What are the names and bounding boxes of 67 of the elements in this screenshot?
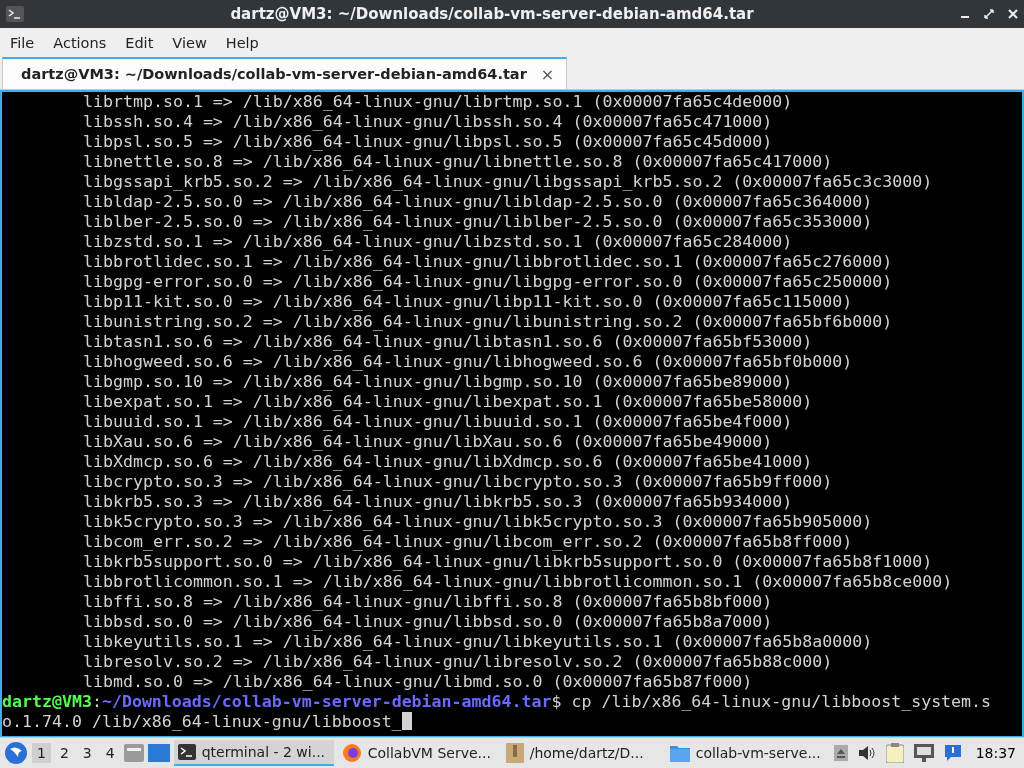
folder-icon (669, 744, 690, 762)
terminal-line: librtmp.so.1 => /lib/x86_64-linux-gnu/librtmp.so.1 (0x00007fa65c4de000) (83, 92, 793, 112)
menu-item[interactable]: Actions (47, 34, 120, 51)
eject-icon[interactable] (833, 745, 848, 761)
restore-icon[interactable] (984, 9, 994, 19)
fox-globe-icon (341, 743, 362, 763)
workspace-button[interactable]: 3 (77, 743, 97, 763)
terminal-line: libtasn1.so.6 => /lib/x86_64-linux-gnu/libtasn1.so.6 (0x00007fa65bf53000) (83, 332, 813, 352)
notification-icon[interactable] (943, 744, 962, 762)
terminal-line: libkrb5.so.3 => /lib/x86_64-linux-gnu/libkrb5.so.3 (0x00007fa65b934000) (83, 492, 793, 512)
window-title: dartz@VM3: ~/Downloads/collab-vm-server-debian-amd64.tar (229, 5, 755, 23)
prompt-user: dartz@VM3 (2, 692, 92, 711)
command-text: $ cp /lib/x86_64-linux-gnu/libboost_system.s (551, 692, 992, 711)
terminal-line: libexpat.so.1 => /lib/x86_64-linux-gnu/libexpat.so.1 (0x00007fa65be58000) (83, 392, 813, 412)
terminal-line: libXau.so.6 => /lib/x86_64-linux-gnu/libXau.so.6 (0x00007fa65be49000) (83, 432, 773, 452)
workspace-button[interactable]: 1 (32, 743, 51, 763)
terminal-line: libnettle.so.8 => /lib/x86_64-linux-gnu/libnettle.so.8 (0x00007fa65c417000) (83, 152, 833, 172)
terminal-line: libresolv.so.2 => /lib/x86_64-linux-gnu/libresolv.so.2 (0x00007fa65b88c000) (83, 652, 833, 672)
terminal-line: libuuid.so.1 => /lib/x86_64-linux-gnu/libuuid.so.1 (0x00007fa65be4f000) (83, 412, 793, 432)
terminal-line: libssh.so.4 => /lib/x86_64-linux-gnu/libssh.so.4 (0x00007fa65c471000) (83, 112, 773, 132)
menu-item[interactable]: Help (219, 34, 272, 51)
terminal-line: libbrotlidec.so.1 => /lib/x86_64-linux-gnu/libbrotlidec.so.1 (0x00007fa65c276000) (83, 252, 893, 272)
taskbar-task[interactable]: qterminal - 2 wi... (173, 740, 334, 766)
terminal-line: libcrypto.so.3 => /lib/x86_64-linux-gnu/libcrypto.so.3 (0x00007fa65b9ff000) (83, 472, 833, 492)
workspace-button[interactable]: 4 (100, 743, 120, 763)
terminal-icon (6, 6, 24, 22)
clipboard-icon[interactable] (885, 743, 904, 763)
window-icon[interactable] (147, 744, 170, 762)
menu-item[interactable]: View (166, 34, 220, 51)
terminal-line: libkrb5support.so.0 => /lib/x86_64-linux-gnu/libkrb5support.so.0 (0x00007fa65b8f1000) (83, 552, 933, 572)
terminal-line: libXdmcp.so.6 => /lib/x86_64-linux-gnu/libXdmcp.so.6 (0x00007fa65be41000) (83, 452, 813, 472)
start-menu-icon[interactable] (4, 741, 28, 765)
terminal-line: libpsl.so.5 => /lib/x86_64-linux-gnu/libpsl.so.5 (0x00007fa65c45d000) (83, 132, 773, 152)
text-cursor (401, 712, 412, 730)
terminal-line: libmd.so.0 => /lib/x86_64-linux-gnu/libmd.so.0 (0x00007fa65b87f000) (83, 672, 753, 692)
terminal-line: liblber-2.5.so.0 => /lib/x86_64-linux-gnu/liblber-2.5.so.0 (0x00007fa65c353000) (83, 212, 873, 232)
prompt-path: ~/Downloads/collab-vm-server-debian-amd64.tar (101, 692, 552, 711)
terminal-line: libgpg-error.so.0 => /lib/x86_64-linux-gnu/libgpg-error.so.0 (0x00007fa65c250000) (83, 272, 893, 292)
menu-item[interactable]: File (4, 34, 48, 51)
workspace-button[interactable]: 2 (54, 743, 74, 763)
terminal-line: libk5crypto.so.3 => /lib/x86_64-linux-gnu/libk5crypto.so.3 (0x00007fa65b905000) (83, 512, 873, 532)
menu-item[interactable]: Edit (119, 34, 167, 51)
terminal-tab[interactable]: dartz@VM3: ~/Downloads/collab-vm-server-debian-amd64.tar × (2, 57, 568, 89)
clock: 18:37 (974, 745, 1017, 761)
terminal-line: libcom_err.so.2 => /lib/x86_64-linux-gnu/libcom_err.so.2 (0x00007fa65b8ff000) (83, 532, 853, 552)
command-text: o.1.74.0 /lib/x86_64-linux-gnu/libboost_ (2, 712, 402, 731)
terminal-line: libkeyutils.so.1 => /lib/x86_64-linux-gnu/libkeyutils.so.1 (0x00007fa65b8a0000) (83, 632, 873, 652)
tab-close-button[interactable]: × (540, 64, 555, 84)
prompt-separator: : (91, 692, 102, 711)
taskbar-task[interactable]: collab-vm-serve... (665, 740, 826, 766)
close-icon[interactable] (1008, 9, 1018, 19)
terminal-line: libgssapi_krb5.so.2 => /lib/x86_64-linux-gnu/libgssapi_krb5.so.2 (0x00007fa65c3c3000) (83, 172, 933, 192)
taskbar-task[interactable]: /home/dartz/D... (501, 740, 662, 766)
terminal-line: libgmp.so.10 => /lib/x86_64-linux-gnu/libgmp.so.10 (0x00007fa65be89000) (83, 372, 793, 392)
terminal-icon (177, 744, 196, 760)
terminal-line: libbsd.so.0 => /lib/x86_64-linux-gnu/libbsd.so.0 (0x00007fa65b8a7000) (83, 612, 773, 632)
terminal-line: libbrotlicommon.so.1 => /lib/x86_64-linux-gnu/libbrotlicommon.so.1 (0x00007fa65b8ce000) (83, 572, 953, 592)
terminal-line: libffi.so.8 => /lib/x86_64-linux-gnu/libffi.so.8 (0x00007fa65b8bf000) (83, 592, 773, 612)
taskbar-task[interactable]: CollabVM Serve... (337, 740, 498, 766)
terminal-line: libp11-kit.so.0 => /lib/x86_64-linux-gnu/libp11-kit.so.0 (0x00007fa65c115000) (83, 292, 853, 312)
terminal-line: libhogweed.so.6 => /lib/x86_64-linux-gnu/libhogweed.so.6 (0x00007fa65bf0b000) (83, 352, 853, 372)
package-icon (505, 743, 524, 763)
speaker-icon[interactable] (857, 745, 876, 761)
terminal-line: libldap-2.5.so.0 => /lib/x86_64-linux-gnu/libldap-2.5.so.0 (0x00007fa65c364000) (83, 192, 873, 212)
terminal-line: libzstd.so.1 => /lib/x86_64-linux-gnu/libzstd.so.1 (0x00007fa65c284000) (83, 232, 793, 252)
network-icon[interactable] (913, 744, 934, 762)
terminal-line: libunistring.so.2 => /lib/x86_64-linux-gnu/libunistring.so.2 (0x00007fa65bf6b000) (83, 312, 893, 332)
